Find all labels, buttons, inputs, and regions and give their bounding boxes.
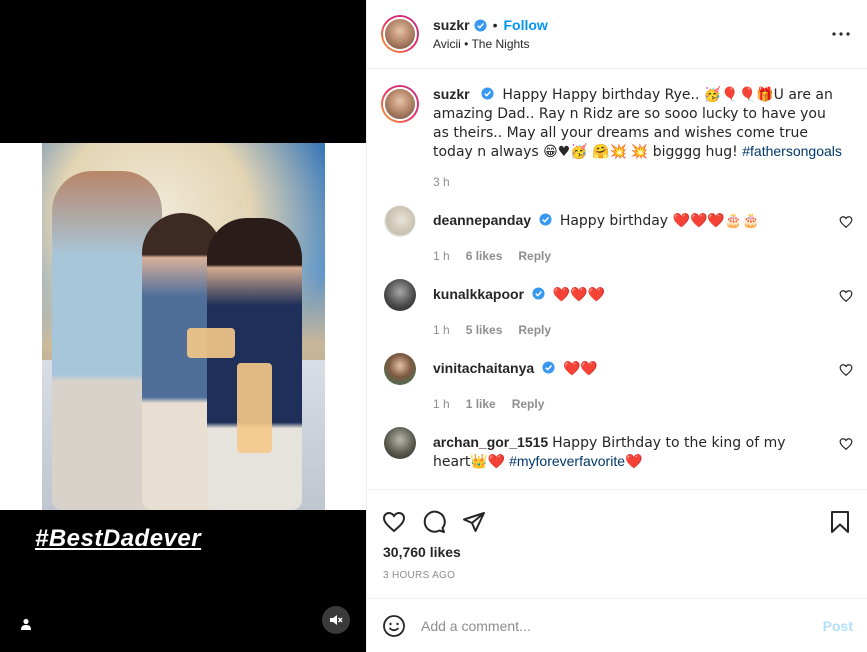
bookmark-icon [831, 511, 849, 533]
comment-text: archan_gor_1515 Happy Birthday to the ki… [433, 427, 853, 471]
like-comment-heart-icon[interactable] [839, 289, 853, 303]
caption-meta: 3 h [433, 175, 853, 189]
more-horizontal-icon [832, 32, 850, 36]
like-comment-heart-icon[interactable] [839, 363, 853, 377]
verified-badge-icon [474, 18, 487, 32]
user-icon [21, 618, 31, 630]
heart-icon [382, 511, 406, 533]
reply-button[interactable]: Reply [518, 323, 551, 337]
hashtag-overlay: #BestDadever [35, 525, 202, 552]
comment-content-end: ❤️ [625, 454, 643, 470]
header-user-line: suzkr • Follow [433, 17, 829, 33]
follow-button[interactable]: Follow [503, 17, 547, 33]
post-media[interactable]: #BestDadever [0, 0, 366, 652]
comment-bubble-icon [423, 510, 446, 533]
verified-badge-icon [542, 361, 555, 374]
instagram-post-view: #BestDadever suzkr • Follow Avicii • The… [0, 0, 867, 652]
caption-username[interactable]: suzkr [433, 86, 470, 102]
comment-time[interactable]: 1 h [433, 249, 450, 263]
commenter-avatar[interactable] [384, 353, 416, 385]
author-avatar[interactable] [381, 15, 419, 53]
mute-button[interactable] [322, 606, 350, 634]
caption-row: suzkr Happy Happy birthday Rye.. 🥳🎈🎈🎁U a… [381, 85, 853, 161]
commenter-username[interactable]: deannepanday [433, 212, 531, 228]
commenter-avatar[interactable] [384, 205, 416, 237]
commenter-avatar[interactable] [384, 279, 416, 311]
comment-row: kunalkkapoor ❤️❤️❤️ [381, 279, 853, 311]
audio-artist: Avicii [433, 37, 461, 51]
comment-button[interactable] [421, 509, 447, 535]
comments-scroll-area[interactable]: suzkr Happy Happy birthday Rye.. 🥳🎈🎈🎁U a… [367, 69, 867, 490]
commenter-username[interactable]: vinitachaitanya [433, 360, 534, 376]
comment-text: deannepanday Happy birthday ❤️❤️❤️🎂🎂 [433, 205, 853, 237]
header-text: suzkr • Follow Avicii • The Nights [433, 17, 829, 51]
reply-button[interactable]: Reply [518, 249, 551, 263]
like-button[interactable] [381, 509, 407, 535]
comment-row: vinitachaitanya ❤️❤️ [381, 353, 853, 385]
emoji-picker-button[interactable] [381, 613, 407, 639]
author-username[interactable]: suzkr [433, 17, 470, 33]
comment-row: archan_gor_1515 Happy Birthday to the ki… [381, 427, 853, 471]
comment-meta: 1 h 1 like Reply [433, 397, 853, 411]
photo-blur-patch [187, 328, 235, 358]
comment-likes[interactable]: 1 like [466, 397, 496, 411]
share-button[interactable] [461, 509, 487, 535]
separator-dot: • [464, 37, 469, 51]
post-comment-button[interactable]: Post [823, 618, 853, 634]
caption-hashtag[interactable]: #fathersongoals [742, 143, 842, 159]
photo-blur-patch [237, 363, 272, 453]
comment-row: deannepanday Happy birthday ❤️❤️❤️🎂🎂 [381, 205, 853, 237]
comment-content: Happy birthday ❤️❤️❤️🎂🎂 [559, 213, 760, 229]
verified-badge-icon [481, 87, 495, 100]
verified-badge-icon [532, 287, 545, 300]
photo-scene [42, 143, 325, 510]
audio-attribution[interactable]: Avicii • The Nights [433, 37, 829, 51]
comment-content: ❤️❤️❤️ [552, 287, 606, 303]
commenter-username[interactable]: archan_gor_1515 [433, 434, 548, 450]
post-side-panel: suzkr • Follow Avicii • The Nights suzkr… [366, 0, 867, 652]
comment-likes[interactable]: 6 likes [466, 249, 503, 263]
comment-time[interactable]: 1 h [433, 397, 450, 411]
comment-text: kunalkkapoor ❤️❤️❤️ [433, 279, 853, 311]
comment-meta: 1 h 6 likes Reply [433, 249, 853, 263]
like-comment-heart-icon[interactable] [839, 437, 853, 451]
post-time[interactable]: 3 HOURS AGO [367, 570, 867, 581]
caption-text: suzkr Happy Happy birthday Rye.. 🥳🎈🎈🎁U a… [433, 85, 853, 161]
smiley-icon [383, 614, 405, 637]
like-comment-heart-icon[interactable] [839, 215, 853, 229]
separator-dot: • [492, 17, 498, 33]
comment-time[interactable]: 1 h [433, 323, 450, 337]
add-comment-bar: Post [367, 598, 867, 652]
post-header: suzkr • Follow Avicii • The Nights [367, 0, 867, 69]
verified-badge-icon [539, 213, 552, 226]
comment-meta: 1 h 5 likes Reply [433, 323, 853, 337]
audio-song: The Nights [471, 37, 530, 51]
caption-time[interactable]: 3 h [433, 175, 450, 189]
comment-content: ❤️❤️ [562, 361, 598, 377]
tagged-users-button[interactable] [14, 612, 38, 636]
commenter-username[interactable]: kunalkkapoor [433, 286, 524, 302]
save-button[interactable] [827, 509, 853, 535]
caption-body-end: 💥 bigggg hug! [630, 144, 743, 160]
likes-count[interactable]: 30,760 likes [367, 544, 867, 560]
comment-input[interactable] [421, 617, 823, 634]
reply-button[interactable]: Reply [512, 397, 545, 411]
send-paper-plane-icon [463, 512, 485, 532]
speaker-muted-icon [330, 615, 343, 625]
comment-text: vinitachaitanya ❤️❤️ [433, 353, 853, 385]
comment-likes[interactable]: 5 likes [466, 323, 503, 337]
post-photo [0, 143, 366, 510]
author-avatar[interactable] [381, 85, 419, 123]
more-options-button[interactable] [829, 22, 853, 46]
comment-hashtag[interactable]: #myforeverfavorite [509, 453, 625, 469]
commenter-avatar[interactable] [384, 427, 416, 459]
